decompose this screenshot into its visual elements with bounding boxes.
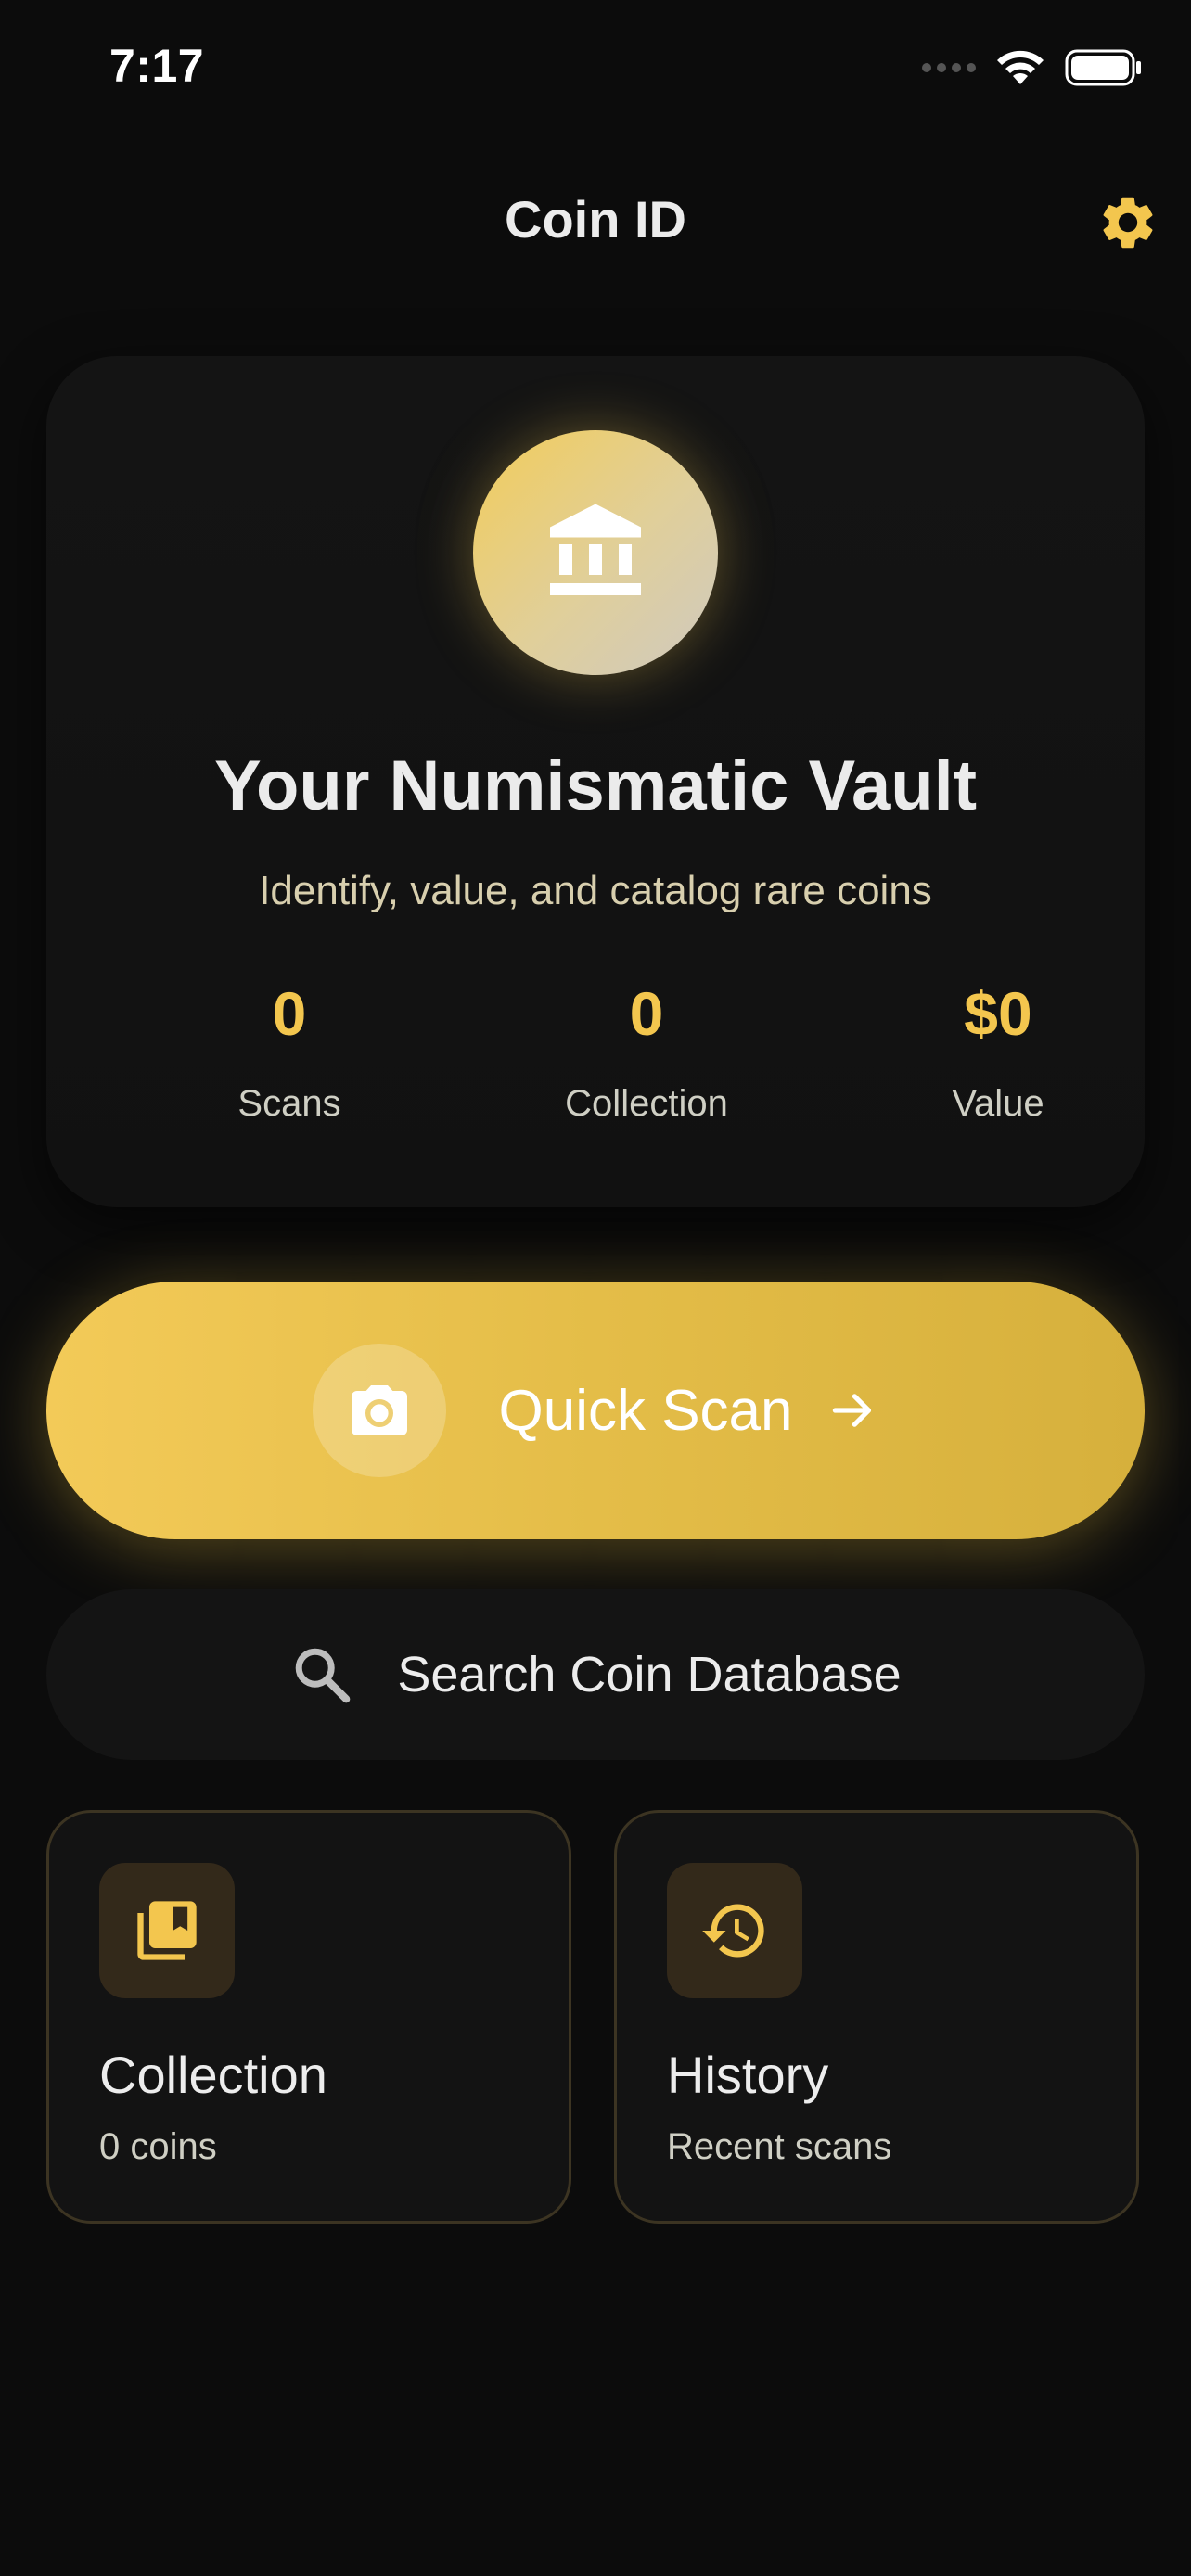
tile-title: History <box>667 2046 829 2104</box>
history-tile[interactable]: History Recent scans <box>614 1810 1139 2224</box>
settings-button[interactable] <box>1091 185 1165 260</box>
gear-icon <box>1103 197 1153 249</box>
status-icons <box>922 45 1143 91</box>
vault-summary-card: Your Numismatic Vault Identify, value, a… <box>46 356 1145 1207</box>
battery-icon <box>1065 49 1141 86</box>
collection-tile[interactable]: Collection 0 coins <box>46 1810 571 2224</box>
search-label: Search Coin Database <box>397 1647 902 1702</box>
stat-value: 0 <box>272 979 307 1048</box>
stat-label: Value <box>952 1083 1044 1124</box>
history-icon-box <box>667 1863 802 1998</box>
collection-icon-box <box>99 1863 235 1998</box>
scan-icon-circle <box>313 1344 447 1477</box>
stat-label: Scans <box>237 1083 341 1124</box>
vault-title: Your Numismatic Vault <box>213 746 978 825</box>
vault-subtitle: Identify, value, and catalog rare coins <box>259 868 932 913</box>
camera-icon <box>352 1385 408 1435</box>
stat-value-total: $0 Value <box>850 983 1146 1125</box>
stat-label: Collection <box>565 1083 728 1124</box>
bank-icon <box>550 504 641 595</box>
collection-icon <box>137 1901 197 1960</box>
app-screen: 7:17 Coin ID Your Numismatic Vault Ident… <box>0 0 1191 2576</box>
history-icon <box>702 1904 764 1958</box>
tile-subtitle: Recent scans <box>667 2126 892 2167</box>
app-title: Coin ID <box>505 190 686 249</box>
search-icon <box>296 1648 351 1703</box>
quick-scan-label: Quick Scan <box>498 1378 793 1443</box>
stat-collection: 0 Collection <box>498 983 795 1125</box>
stat-scans: 0 Scans <box>141 983 438 1125</box>
stat-value: 0 <box>629 979 664 1048</box>
status-time: 7:17 <box>109 40 205 92</box>
quick-scan-button[interactable]: Quick Scan <box>46 1282 1145 1539</box>
arrow-right-icon <box>832 1394 871 1427</box>
cellular-signal-icon <box>922 63 976 72</box>
search-coin-database-button[interactable]: Search Coin Database <box>46 1589 1145 1760</box>
stat-value: $0 <box>964 979 1032 1048</box>
wifi-icon <box>997 50 1044 84</box>
vault-emblem <box>473 430 718 675</box>
tile-subtitle: 0 coins <box>99 2126 217 2167</box>
tile-title: Collection <box>99 2046 327 2104</box>
